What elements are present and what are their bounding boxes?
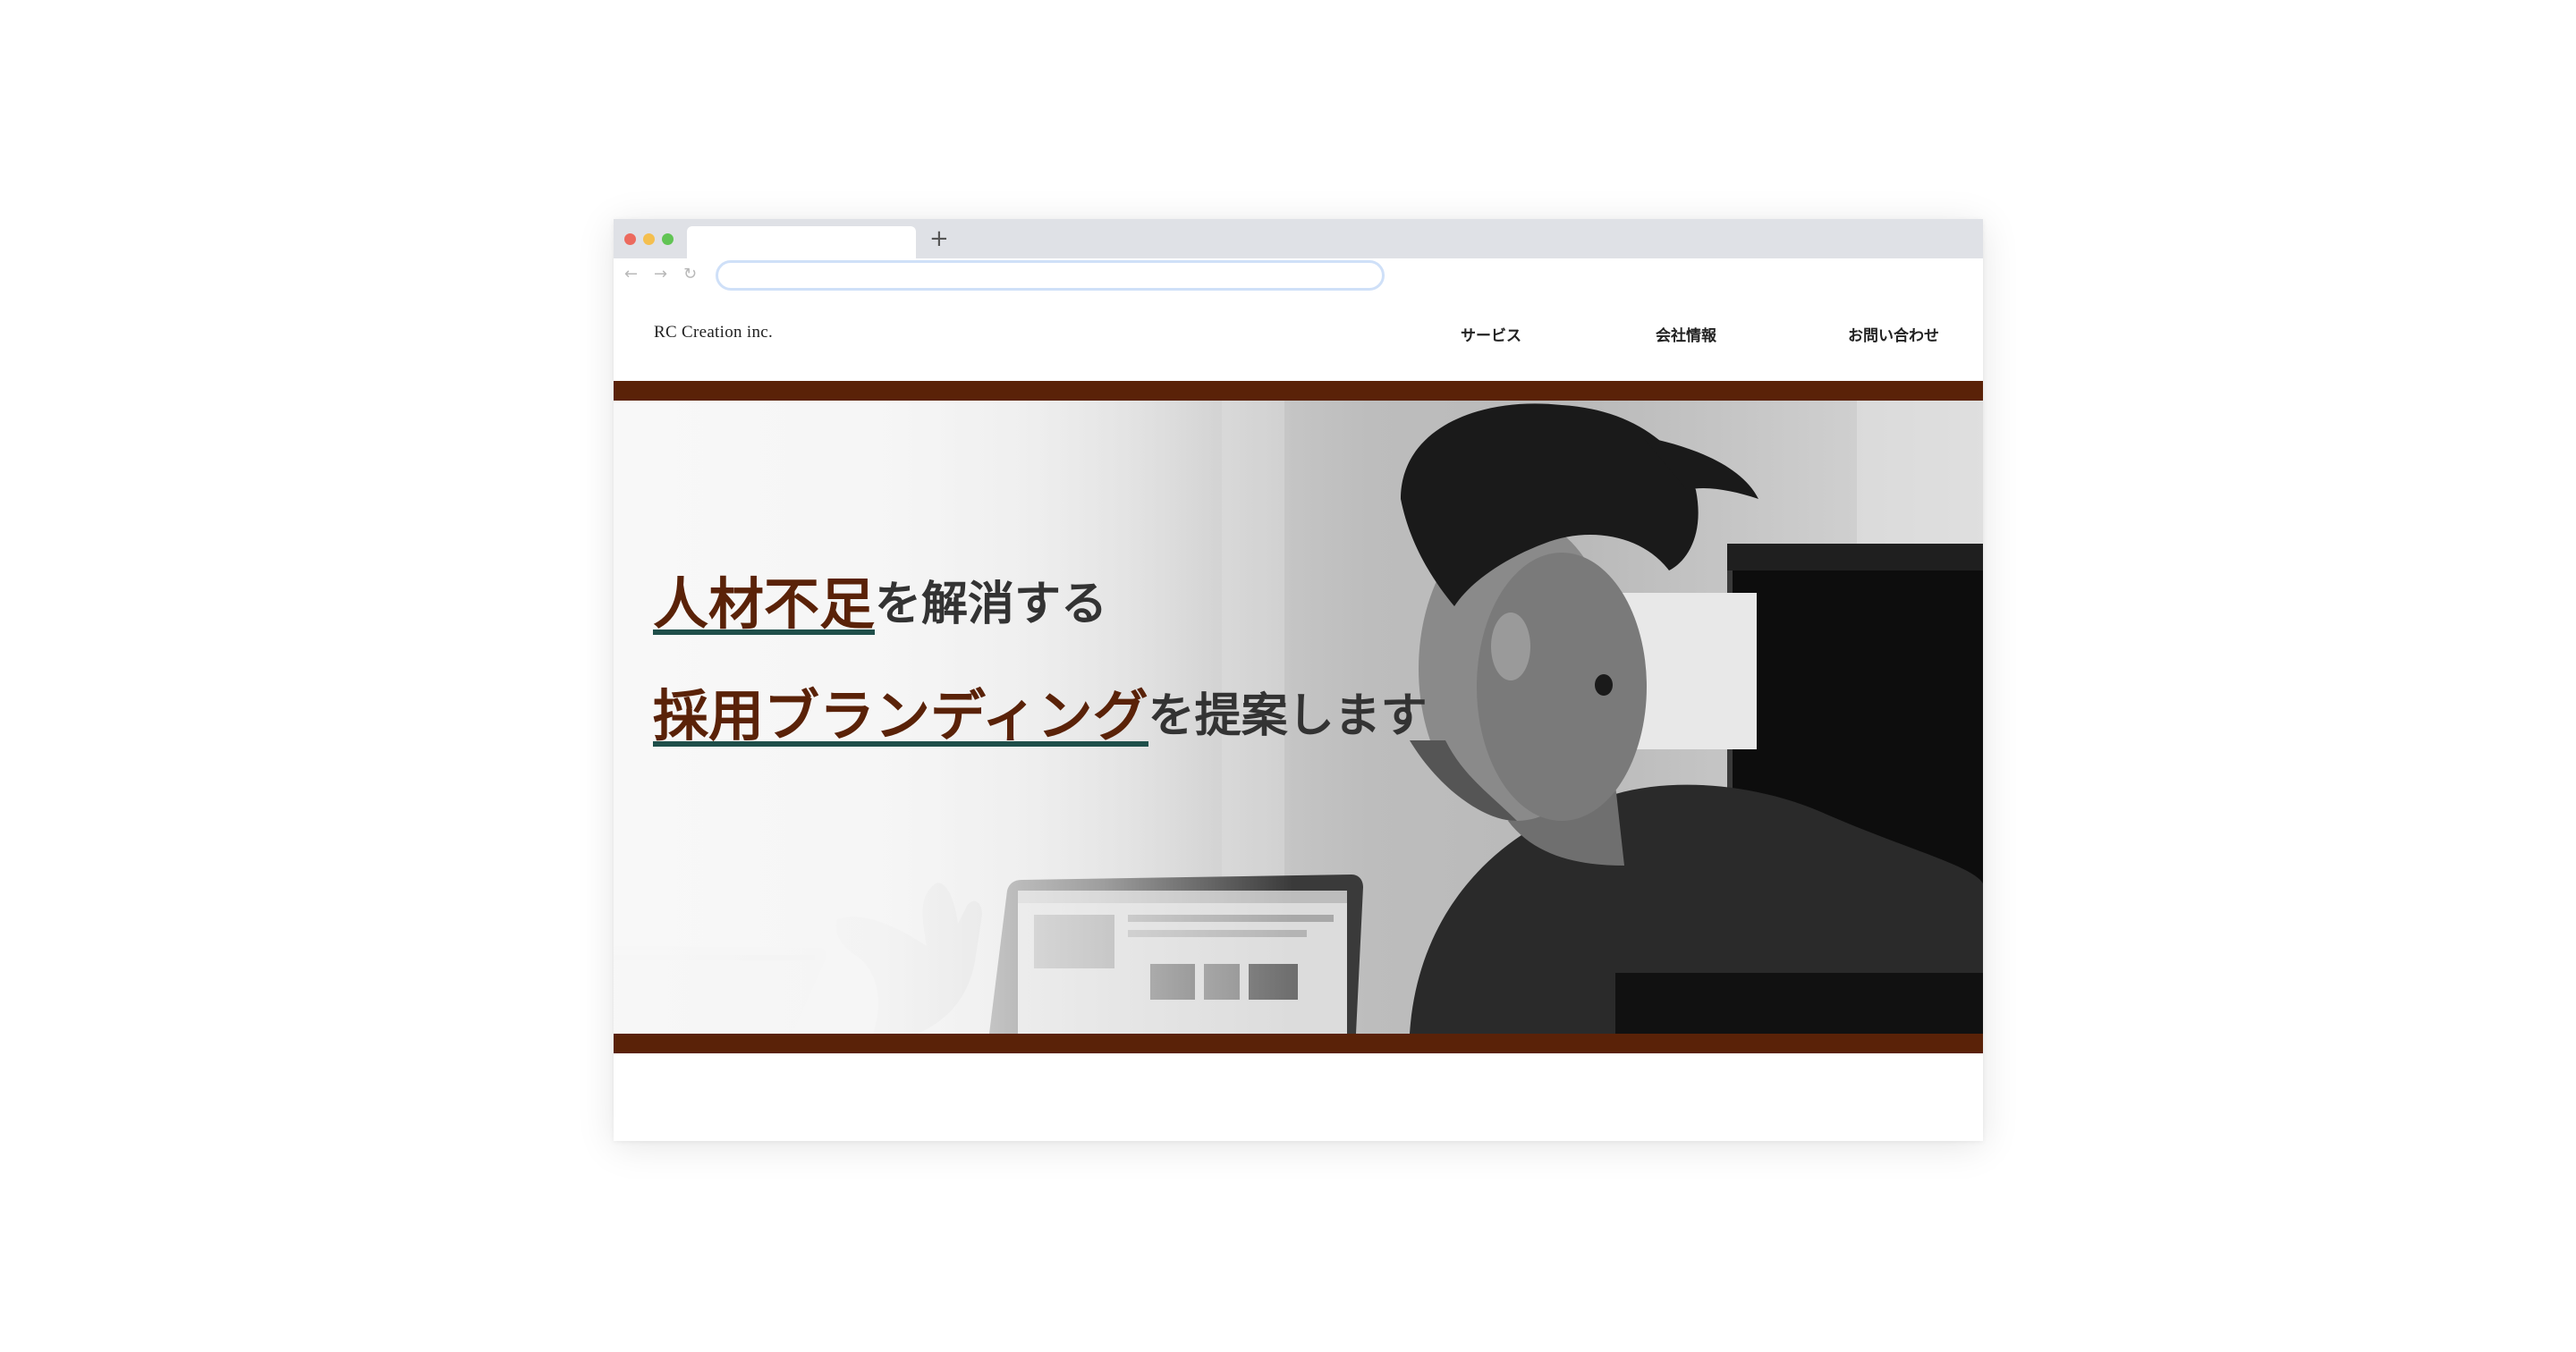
hero-section: 人材不足 を解消する 採用ブランディング を提案します xyxy=(614,401,1983,1034)
headline-accent-1-text: 人材不足 xyxy=(653,571,876,637)
close-window-button[interactable] xyxy=(624,233,636,245)
headline-underline-1 xyxy=(653,630,876,635)
forward-arrow-icon[interactable]: → xyxy=(654,265,667,284)
back-arrow-icon[interactable]: ← xyxy=(624,265,638,284)
nav-link-services[interactable]: サービス xyxy=(1461,323,1521,345)
hero-top-band xyxy=(614,381,1983,401)
headline-underline-2 xyxy=(653,741,1148,747)
headline-accent-1: 人材不足 xyxy=(653,569,876,640)
hero-headline-line-2: 採用ブランディング を提案します xyxy=(653,680,1428,752)
new-tab-button[interactable]: + xyxy=(929,224,949,253)
headline-accent-2-text: 採用ブランディング xyxy=(653,683,1148,748)
browser-tab-active[interactable] xyxy=(687,226,916,258)
hero-headline-line-1: 人材不足 を解消する xyxy=(653,569,1107,640)
site-logo[interactable]: RC Creation inc. xyxy=(654,323,773,342)
site-header: RC Creation inc. サービス 会社情報 お問い合わせ xyxy=(614,294,1983,381)
minimize-window-button[interactable] xyxy=(643,233,655,245)
hero-bottom-band xyxy=(614,1034,1983,1053)
headline-rest-2: を提案します xyxy=(1148,689,1428,743)
headline-accent-2: 採用ブランディング xyxy=(653,680,1148,752)
address-bar[interactable] xyxy=(716,260,1385,291)
headline-rest-1: を解消する xyxy=(875,577,1108,631)
reload-icon[interactable]: ↻ xyxy=(683,265,697,284)
browser-toolbar: ← → ↻ xyxy=(614,258,1983,294)
browser-tab-bar: + xyxy=(614,219,1983,258)
nav-link-company[interactable]: 会社情報 xyxy=(1656,323,1716,345)
nav-link-contact[interactable]: お問い合わせ xyxy=(1848,323,1939,345)
browser-window: + ← → ↻ RC Creation inc. サービス 会社情報 お問い合わ… xyxy=(614,219,1983,1141)
maximize-window-button[interactable] xyxy=(662,233,674,245)
